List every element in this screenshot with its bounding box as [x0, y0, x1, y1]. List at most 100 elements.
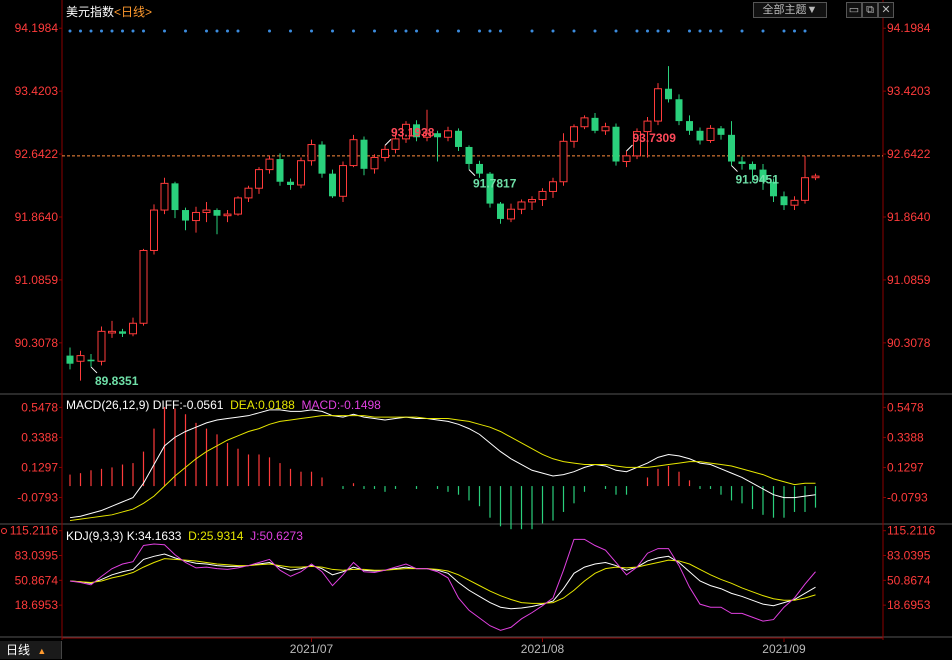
signal-dot [436, 29, 439, 33]
annotation-leader [90, 366, 98, 374]
price-tick-left: 90.3078 [15, 336, 59, 350]
theme-selector-button[interactable]: 全部主题▼ [753, 2, 827, 18]
price-tick-left: 93.4203 [15, 84, 59, 98]
kdj-d-line [69, 558, 816, 604]
low-annotation: 89.8351 [95, 374, 139, 388]
macd-tick-right: 0.5478 [887, 400, 924, 414]
low-annotation: 91.7817 [473, 177, 517, 191]
signal-dot [404, 29, 408, 33]
signal-dot [709, 29, 712, 33]
kdj-tick-left: 50.8674 [15, 573, 59, 587]
price-tick-right: 90.3078 [887, 336, 931, 350]
candle-body [307, 144, 316, 162]
signal-dot [268, 29, 271, 33]
candle-body [476, 163, 483, 174]
kdj-j-line [69, 538, 816, 631]
signal-dot [646, 29, 649, 33]
kdj-j: J:50.6273 [250, 529, 303, 543]
restore-icon[interactable]: ▭ [846, 2, 862, 18]
x-axis-label: 2021/09 [762, 642, 806, 656]
candle-body [381, 148, 389, 158]
signal-dot [761, 29, 765, 33]
signal-dot [131, 29, 135, 33]
candle-body [97, 330, 106, 362]
macd-name: MACD(26,12,9) [66, 398, 150, 412]
signal-dot [698, 29, 702, 33]
period-tab[interactable]: 日线 ▲ [0, 641, 62, 659]
period-tab-label: 日线 [6, 643, 31, 657]
signal-dot [551, 29, 555, 33]
signal-dot [163, 29, 166, 33]
x-axis-label: 2021/08 [521, 642, 565, 656]
candle-body [738, 161, 746, 164]
candle-body [87, 359, 95, 362]
macd-tick-right: 0.3388 [887, 430, 924, 444]
signal-dot [667, 29, 670, 33]
signal-dot [394, 29, 397, 33]
close-icon[interactable]: ✕ [878, 2, 894, 18]
x-axis-label: 2021/07 [290, 642, 334, 656]
candle-body [622, 155, 631, 163]
period-label[interactable]: <日线> [114, 5, 152, 19]
candle-body [517, 201, 526, 210]
kdj-name: KDJ(9,3,3) [66, 529, 124, 543]
candle-body [360, 139, 368, 169]
signal-dot [236, 29, 240, 33]
candle-body [591, 117, 599, 131]
signal-dot [719, 29, 723, 33]
candle-body [255, 169, 263, 189]
price-tick-right: 93.4203 [887, 84, 931, 98]
candle-body [654, 88, 662, 122]
candle-body [234, 197, 242, 215]
macd-header: MACD(26,12,9) DIFF:-0.0561 DEA:0.0188 MA… [66, 398, 381, 412]
signal-dot [793, 29, 796, 33]
candle-body [675, 99, 683, 122]
signal-dot [593, 29, 597, 33]
signal-dot [803, 29, 807, 33]
candle-body [696, 130, 704, 141]
candle-body [202, 209, 211, 213]
kdj-d: D:25.9314 [188, 529, 244, 543]
maximize-icon[interactable]: ⧉ [862, 2, 878, 18]
candle-body [580, 117, 589, 128]
signal-dot [656, 29, 660, 33]
candle-body [528, 199, 536, 203]
candle-body [223, 213, 232, 217]
candle-body [329, 173, 336, 197]
candle-body [665, 88, 672, 100]
signal-dot [100, 29, 103, 33]
price-tick-left: 91.8640 [15, 210, 59, 224]
candle-body [612, 126, 620, 162]
candle-body [507, 208, 515, 220]
signal-dot [215, 29, 219, 33]
signal-dot [226, 29, 229, 33]
signal-dot [488, 29, 492, 33]
signal-dot [205, 29, 208, 33]
candle-body [108, 330, 116, 334]
kdj-k-line [69, 553, 816, 610]
candle-body [444, 130, 452, 138]
macd-dea-line [69, 415, 816, 522]
candle-body [192, 211, 200, 222]
candle-body [276, 159, 284, 182]
signal-dot [352, 29, 355, 33]
tab-arrow-icon: ▲ [37, 646, 47, 656]
candle-body [717, 128, 725, 135]
dollar-index-chart[interactable]: 94.1984 94.1984 93.4203 93.4203 92.6422 92.64… [0, 0, 952, 659]
candle-body [434, 133, 441, 138]
high-annotation: 93.1938 [391, 125, 435, 139]
candle-body [686, 121, 693, 131]
signal-dot [635, 29, 639, 33]
candle-body [139, 249, 148, 324]
candle-body [265, 158, 274, 171]
kdj-header: KDJ(9,3,3) K:34.1633 D:25.9314 J:50.6273 [66, 529, 303, 543]
candle-body [213, 210, 221, 216]
macd-tick-right: 0.1297 [887, 460, 924, 474]
candle-body [119, 331, 126, 334]
signal-dot [142, 29, 145, 33]
price-tick-left: 92.6422 [15, 147, 59, 161]
kdj-tick-right: 50.8674 [887, 573, 931, 587]
candle-body [728, 134, 735, 162]
candle-body [349, 139, 358, 167]
signal-dot [110, 29, 114, 33]
